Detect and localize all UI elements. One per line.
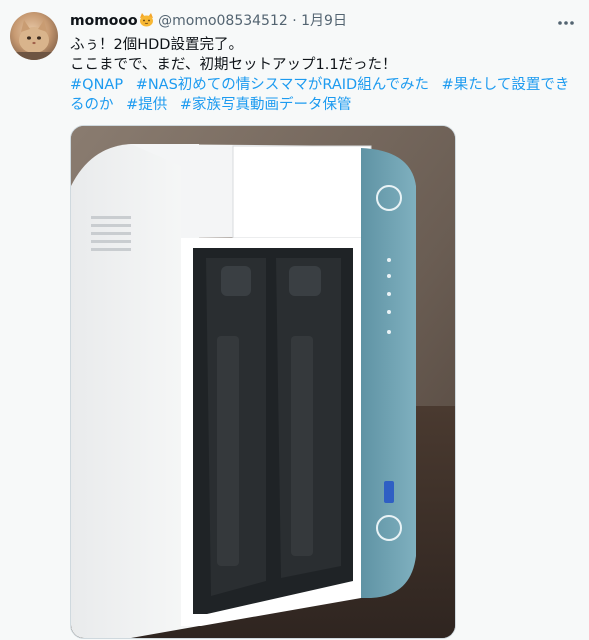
hashtag-setup-part2[interactable]: るのか — [70, 97, 114, 113]
hashtag-family-photos[interactable]: #家族写真動画データ保管 — [180, 97, 352, 113]
tweet-line-2: ここまでで、まだ、初期セットアップ1.1だった！ — [70, 57, 397, 73]
hashtag-row-1: #QNAP #NAS初めての情シスママがRAID組んでみた #果たして設置でき — [70, 75, 575, 95]
author-name[interactable]: momooo — [70, 13, 138, 29]
header-separator: · — [292, 13, 297, 29]
tweet-card[interactable]: momooo @momo08534512 · 1月9日 ふぅ！2個HDD設置完了… — [0, 0, 589, 640]
tweet-text: ふぅ！2個HDD設置完了。 ここまでで、まだ、初期セットアップ1.1だった！ #… — [70, 35, 575, 115]
hashtag-row-2: るのか #提供 #家族写真動画データ保管 — [70, 95, 575, 115]
author-handle[interactable]: @momo08534512 — [158, 13, 288, 29]
cat-emoji-icon — [139, 13, 154, 27]
tweet-date[interactable]: 1月9日 — [301, 13, 347, 29]
avatar[interactable] — [10, 12, 58, 60]
nas-photo — [71, 126, 455, 638]
hashtag-sponsored[interactable]: #提供 — [126, 97, 167, 113]
cat-avatar-image — [10, 20, 58, 60]
hashtag-setup-part1[interactable]: #果たして設置でき — [442, 77, 570, 93]
tweet-header: momooo @momo08534512 · 1月9日 — [70, 11, 549, 31]
hashtag-nas[interactable]: #NAS初めての情シスママがRAID組んでみた — [136, 77, 429, 93]
more-options-icon[interactable] — [556, 14, 576, 32]
hashtag-qnap[interactable]: #QNAP — [70, 77, 123, 93]
tweet-line-1: ふぅ！2個HDD設置完了。 — [70, 37, 243, 53]
tweet-photo[interactable] — [70, 125, 456, 639]
